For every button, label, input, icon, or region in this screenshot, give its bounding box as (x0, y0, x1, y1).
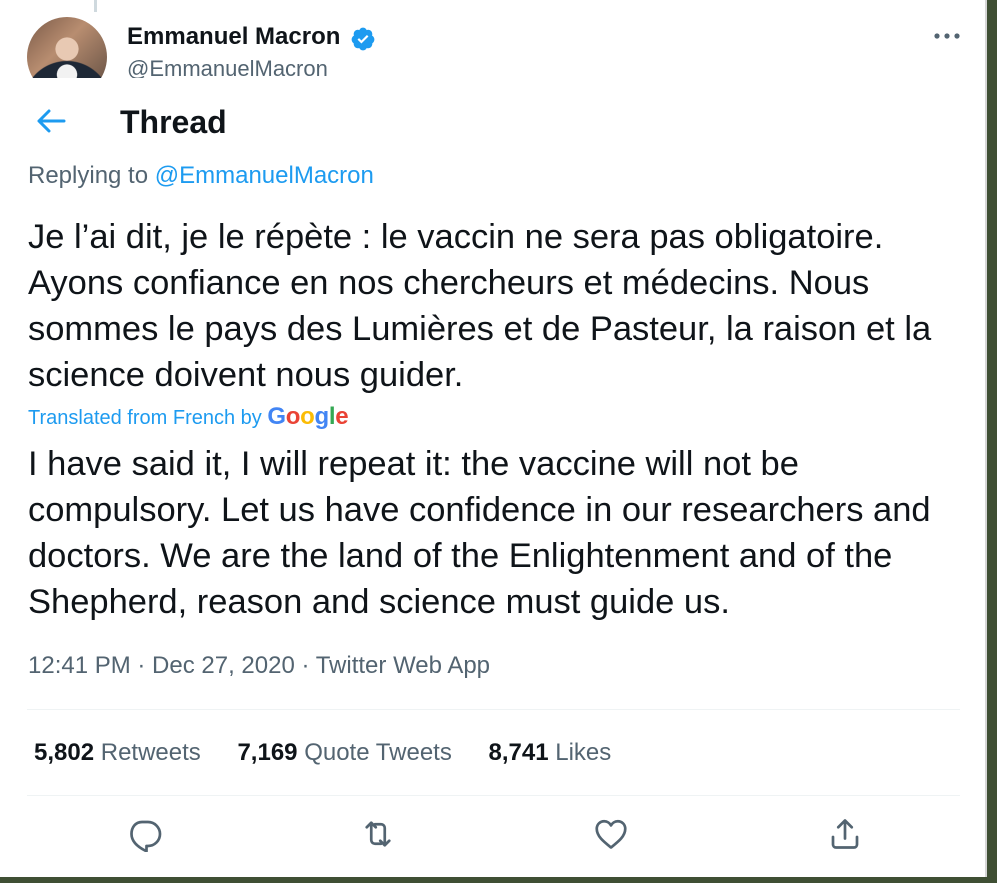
share-button[interactable] (827, 816, 863, 852)
page-title: Thread (120, 104, 227, 140)
window-frame-bottom (0, 877, 997, 883)
verified-badge-icon (351, 27, 375, 51)
share-icon (831, 819, 859, 849)
retweet-icon (365, 821, 391, 847)
quote-tweets-label: Quote Tweets (304, 739, 452, 766)
quote-tweets-stat[interactable]: 7,169 Quote Tweets (237, 739, 451, 767)
tweet-translation: I have said it, I will repeat it: the va… (28, 445, 931, 621)
more-options-icon[interactable] (933, 30, 961, 42)
reply-icon (130, 820, 162, 853)
replying-to-label: Replying to (28, 162, 149, 189)
tweet-timestamp[interactable]: 12:41 PM · Dec 27, 2020 · Twitter Web Ap… (28, 652, 490, 680)
reply-button[interactable] (127, 816, 163, 853)
retweets-count: 5,802 (34, 739, 95, 766)
avatar[interactable] (27, 17, 107, 78)
like-button[interactable] (593, 816, 629, 852)
translated-from-label: Translated from French by (28, 407, 262, 429)
tweet-text: Je l’ai dit, je le répète : le vaccin ne… (28, 218, 932, 394)
translation-attribution: Translated from French by Google (28, 403, 349, 431)
quote-tweets-count: 7,169 (237, 739, 298, 766)
replying-to-line: Replying to @EmmanuelMacron (28, 162, 374, 190)
likes-label: Likes (555, 739, 612, 766)
back-arrow-icon[interactable] (35, 108, 67, 134)
likes-stat[interactable]: 8,741 Likes (489, 739, 612, 767)
divider (27, 795, 960, 796)
google-logo: Google (267, 403, 349, 430)
retweets-stat[interactable]: 5,802 Retweets (34, 739, 201, 767)
like-icon (595, 819, 627, 849)
retweet-button[interactable] (360, 816, 396, 852)
reply-mention-link[interactable]: @EmmanuelMacron (155, 162, 374, 189)
tweet-stats: 5,802 Retweets 7,169 Quote Tweets 8,741 … (34, 739, 641, 767)
author-name[interactable]: Emmanuel Macron (127, 23, 340, 51)
retweets-label: Retweets (100, 739, 201, 766)
tweet-author-header: Emmanuel Macron @EmmanuelMacron (0, 0, 987, 78)
divider (27, 709, 960, 710)
window-frame-right (987, 0, 997, 883)
author-handle[interactable]: @EmmanuelMacron (127, 56, 328, 78)
likes-count: 8,741 (488, 739, 549, 766)
